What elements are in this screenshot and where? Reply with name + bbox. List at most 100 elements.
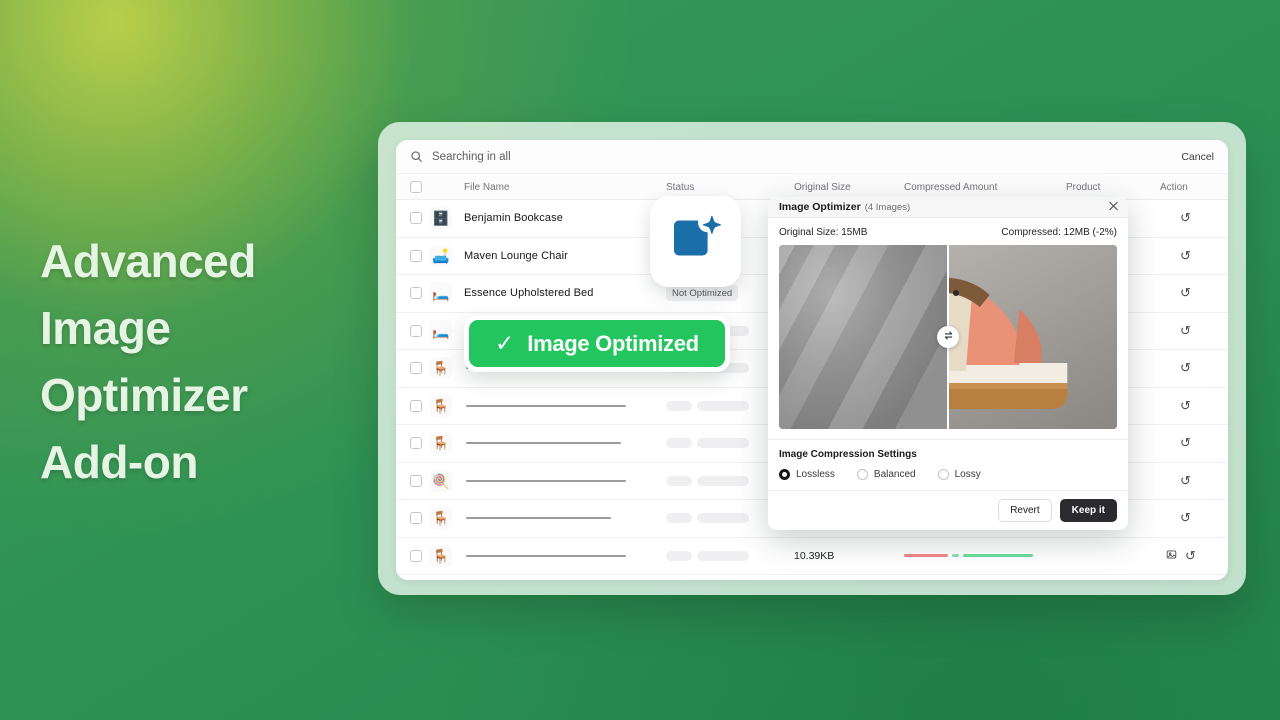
row-checkbox-cell[interactable] [396,349,430,388]
radio-balanced-icon[interactable] [856,469,868,480]
search-input[interactable]: Searching in all [432,151,511,163]
select-all-header[interactable] [396,174,430,200]
compare-slider-handle[interactable] [937,326,959,348]
row-name-cell: Benjamin Bookcase [464,199,666,238]
row-checkbox-cell[interactable] [396,237,430,275]
row-action-cell[interactable]: ↺ [1160,537,1228,575]
check-icon: ✓ [495,330,515,356]
product-thumbnail-icon: 🪑 [430,432,452,455]
row-checkbox-cell[interactable] [396,499,430,538]
row-checkbox[interactable] [410,212,422,225]
product-thumbnail-icon: 🛏️ [430,319,452,342]
undo-icon[interactable]: ↺ [1180,398,1191,414]
undo-icon[interactable]: ↺ [1180,285,1191,301]
product-thumbnail-icon: 🪑 [430,357,452,380]
headline-line-2: Image [40,302,171,354]
original-image-preview [779,245,948,429]
revert-button[interactable]: Revert [998,499,1052,522]
thumb-header [430,174,464,200]
row-action-cell[interactable]: ↺ [1160,237,1228,275]
row-action-cell[interactable]: ↺ [1160,199,1228,238]
row-thumbnail-cell: 🪑 [430,387,464,425]
product-thumbnail-icon: 🛏️ [430,282,452,305]
compression-options: Lossless Balanced Lossy [779,469,1117,480]
product-thumbnail-icon: 🛋️ [430,244,452,267]
row-checkbox-cell[interactable] [396,424,430,463]
undo-icon[interactable]: ↺ [1180,323,1191,339]
swap-icon [943,328,954,346]
product-thumbnail-icon: 🪑 [430,544,452,567]
radio-lossy-icon[interactable] [937,469,949,480]
row-checkbox[interactable] [410,324,422,337]
row-checkbox[interactable] [410,437,422,450]
option-balanced-label: Balanced [873,469,916,480]
row-checkbox[interactable] [410,399,422,412]
row-action-cell[interactable]: ↺ [1160,499,1228,538]
row-name-cell [464,537,666,575]
search-icon [410,150,423,163]
header-compressed-amount[interactable]: Compressed Amount [904,174,1066,200]
product-thumbnail-icon: 🗄️ [430,207,452,230]
option-balanced[interactable]: Balanced [856,469,916,480]
image-sparkle-icon [670,213,722,270]
undo-icon[interactable]: ↺ [1180,248,1191,264]
header-original-size[interactable]: Original Size [794,174,904,200]
product-thumbnail-icon: 🍭 [430,469,452,492]
option-lossless-label: Lossless [796,469,835,480]
close-icon[interactable] [1108,201,1119,214]
undo-icon[interactable]: ↺ [1180,473,1191,489]
option-lossy-label: Lossy [954,469,981,480]
row-thumbnail-cell: 🍭 [430,462,464,500]
row-checkbox[interactable] [410,287,422,300]
row-thumbnail-cell: 🗄️ [430,199,464,238]
dialog-subtitle: (4 Images) [864,201,911,213]
row-checkbox-cell[interactable] [396,199,430,238]
keep-it-button[interactable]: Keep it [1059,499,1117,522]
row-name-cell [464,462,666,500]
option-lossless[interactable]: Lossless [779,469,835,480]
search-bar[interactable]: Searching in all Cancel [396,140,1228,174]
row-checkbox-cell[interactable] [396,537,430,575]
row-action-cell[interactable]: ↺ [1160,462,1228,500]
row-thumbnail-cell: 🛏️ [430,312,464,350]
row-checkbox[interactable] [410,249,422,262]
option-lossy[interactable]: Lossy [937,469,981,480]
header-file-name[interactable]: File Name [464,174,666,200]
cancel-button[interactable]: Cancel [1181,151,1214,163]
row-action-cell[interactable]: ↺ [1160,274,1228,313]
row-checkbox-cell[interactable] [396,312,430,350]
toast-label: Image Optimized [527,330,699,356]
select-all-checkbox[interactable] [410,181,422,193]
row-checkbox-cell[interactable] [396,387,430,425]
page-headline: Advanced Image Optimizer Add-on [40,228,370,496]
radio-lossless-icon[interactable] [779,469,790,480]
row-action-cell[interactable]: ↺ [1160,424,1228,463]
row-checkbox[interactable] [410,549,422,562]
row-checkbox[interactable] [410,512,422,525]
undo-icon[interactable]: ↺ [1180,510,1191,526]
undo-icon[interactable]: ↺ [1185,548,1196,564]
row-action-cell[interactable]: ↺ [1160,349,1228,388]
undo-icon[interactable]: ↺ [1180,435,1191,451]
image-compare-viewer[interactable] [779,245,1117,429]
row-checkbox[interactable] [410,474,422,487]
header-action[interactable]: Action [1160,174,1228,200]
headline-line-4: Add-on [40,436,198,488]
undo-icon[interactable]: ↺ [1180,360,1191,376]
row-checkbox[interactable] [410,362,422,375]
row-thumbnail-cell: 🪑 [430,349,464,388]
toast-container: ✓ Image Optimized [464,315,730,372]
undo-icon[interactable]: ↺ [1180,210,1191,226]
header-product[interactable]: Product [1066,174,1160,200]
file-name: Maven Lounge Chair [464,249,568,262]
dialog-header: Image Optimizer (4 Images) [768,197,1128,218]
row-name-cell [464,499,666,538]
row-action-cell[interactable]: ↺ [1160,387,1228,425]
table-row[interactable]: 🪑 10.39KB ↺ [396,537,1228,575]
row-action-cell[interactable]: ↺ [1160,312,1228,350]
image-icon[interactable] [1166,549,1177,563]
image-sparkle-tile [650,196,741,287]
row-checkbox-cell[interactable] [396,274,430,313]
row-thumbnail-cell: 🛏️ [430,274,464,313]
row-checkbox-cell[interactable] [396,462,430,500]
